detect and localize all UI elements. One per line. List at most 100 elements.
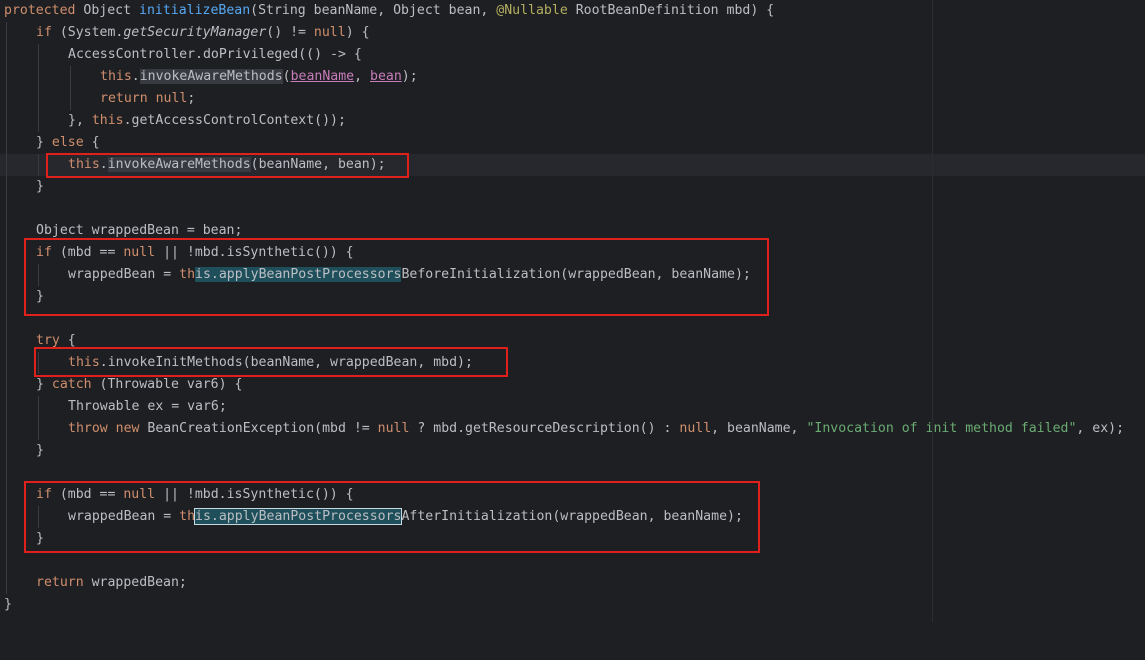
code-line[interactable]: if (System.getSecurityManager() != null)…: [0, 22, 1145, 44]
keyword: try: [36, 333, 60, 348]
keyword: this: [91, 113, 124, 128]
code-line[interactable]: } catch (Throwable var6) {: [0, 374, 1145, 396]
code-token: }: [36, 179, 44, 194]
string-literal: "Invocation of init method failed": [806, 421, 1077, 436]
keyword: new: [115, 421, 140, 436]
keyword: null: [155, 91, 188, 106]
annotation-box-after-init: [24, 481, 760, 553]
keyword: return: [100, 91, 148, 106]
indent-guide: [38, 44, 39, 66]
indent-guide: [6, 550, 7, 572]
indent-guide: [6, 22, 7, 44]
indent-guide: [6, 440, 7, 462]
indent-guide: [6, 396, 7, 418]
code-token: {: [83, 135, 100, 150]
code-token: ;: [187, 91, 196, 106]
code-token: }: [36, 135, 52, 150]
keyword: null: [377, 421, 410, 436]
code-token: () !=: [266, 25, 314, 40]
indent-guide: [6, 330, 7, 352]
code-token: );: [401, 69, 418, 84]
indent-guide: [6, 374, 7, 396]
code-line[interactable]: Throwable ex = var6;: [0, 396, 1145, 418]
indent-guide: [6, 242, 7, 264]
code-token: },: [68, 113, 92, 128]
code-token: , ex);: [1076, 421, 1125, 436]
code-text: if (System.getSecurityManager() != null)…: [36, 22, 370, 44]
indent-guide: [38, 88, 39, 110]
code-token: ,: [354, 69, 371, 84]
indent-guide: [6, 88, 7, 110]
code-text: AccessController.doPrivileged(() -> {: [68, 44, 362, 66]
code-text: }: [4, 594, 12, 616]
keyword: throw: [68, 421, 108, 436]
annotation-box-before-init: [24, 238, 769, 316]
code-line-blank[interactable]: [0, 550, 1145, 572]
keyword: else: [51, 135, 84, 150]
indent-guide: [6, 66, 7, 88]
keyword: this: [100, 69, 132, 84]
code-token: , beanName,: [711, 421, 807, 436]
code-text: } else {: [36, 132, 100, 154]
indent-guide: [38, 66, 39, 88]
code-line[interactable]: throw new BeanCreationException(mbd != n…: [0, 418, 1145, 440]
code-token: .getAccessControlContext());: [123, 113, 346, 128]
code-token: AccessController.doPrivileged(() -> {: [68, 47, 362, 62]
indent-guide: [70, 88, 71, 110]
indent-guide: [38, 418, 39, 440]
code-line[interactable]: }: [0, 440, 1145, 462]
code-token: wrappedBean;: [83, 575, 187, 590]
code-token: ? mbd.getResourceDescription() :: [409, 421, 680, 436]
code-token: Throwable ex = var6;: [68, 399, 227, 414]
code-text: protected Object initializeBean(String b…: [4, 0, 774, 22]
indent-guide: [6, 572, 7, 594]
indent-guide: [6, 264, 7, 286]
indent-guide: [38, 396, 39, 418]
code-line[interactable]: protected Object initializeBean(String b…: [0, 0, 1145, 22]
code-line[interactable]: this.invokeAwareMethods(beanName, bean);: [0, 66, 1145, 88]
indent-guide: [6, 132, 7, 154]
code-token: RootBeanDefinition mbd) {: [567, 3, 775, 18]
code-line-blank[interactable]: [0, 198, 1145, 220]
annotation-box-init-methods: [34, 347, 508, 377]
code-editor[interactable]: protected Object initializeBean(String b…: [0, 0, 1145, 622]
indent-guide: [6, 352, 7, 374]
code-line[interactable]: }: [0, 594, 1145, 616]
code-token: (String beanName, Object bean,: [250, 3, 497, 18]
code-line[interactable]: AccessController.doPrivileged(() -> {: [0, 44, 1145, 66]
indent-guide: [6, 176, 7, 198]
indent-guide: [38, 154, 39, 176]
annotation: @Nullable: [496, 3, 568, 18]
indent-guide: [6, 110, 7, 132]
code-token: (System.: [51, 25, 124, 40]
code-token: Object: [75, 3, 139, 18]
captured-parameter: beanName: [290, 69, 355, 84]
keyword: if: [36, 25, 52, 40]
code-line[interactable]: return wrappedBean;: [0, 572, 1145, 594]
code-token: }: [4, 597, 12, 612]
code-token: }: [36, 377, 52, 392]
annotation-box-invoke-aware: [46, 153, 409, 178]
indent-guide: [6, 154, 7, 176]
code-text: return null;: [100, 88, 195, 110]
code-token: .: [131, 69, 140, 84]
indent-guide: [38, 110, 39, 132]
code-line[interactable]: }, this.getAccessControlContext());: [0, 110, 1145, 132]
code-line[interactable]: return null;: [0, 88, 1145, 110]
indent-guide: [6, 220, 7, 242]
code-token: (Throwable var6) {: [91, 377, 243, 392]
code-text: this.invokeAwareMethods(beanName, bean);: [100, 66, 418, 88]
indent-guide: [70, 66, 71, 88]
indent-guide: [6, 462, 7, 484]
code-line[interactable]: }: [0, 176, 1145, 198]
code-token: (: [282, 69, 291, 84]
code-text: throw new BeanCreationException(mbd != n…: [68, 418, 1124, 440]
code-token: Object wrappedBean = bean;: [36, 223, 243, 238]
code-text: }: [36, 176, 44, 198]
code-line[interactable]: } else {: [0, 132, 1145, 154]
indent-guide: [6, 44, 7, 66]
right-margin-guide: [932, 0, 933, 622]
indent-guide: [6, 506, 7, 528]
indent-guide: [6, 418, 7, 440]
